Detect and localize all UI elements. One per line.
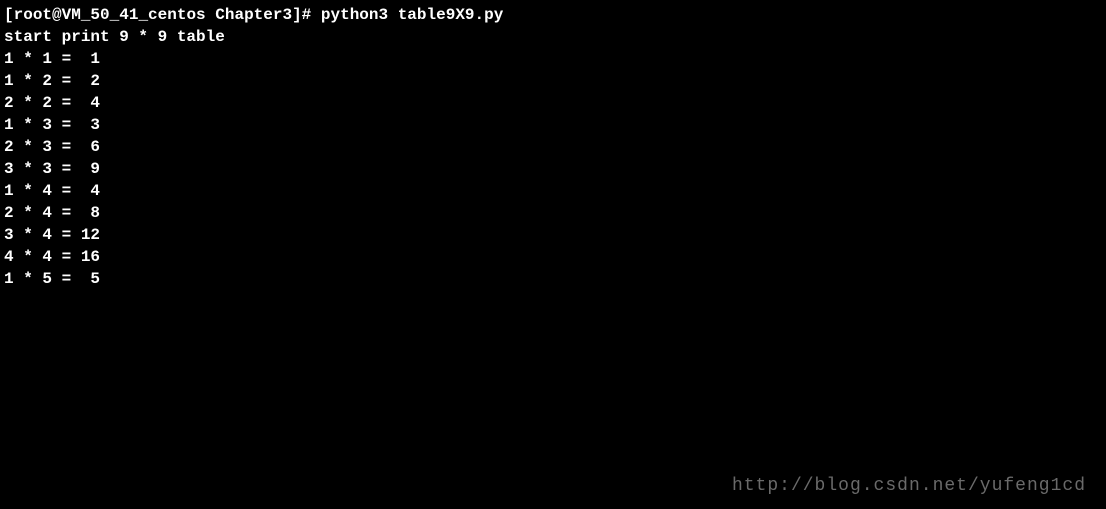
prompt-host: VM_50_41_centos: [62, 6, 206, 24]
prompt-at: @: [52, 6, 62, 24]
output-line: 1 * 2 = 2: [4, 70, 1102, 92]
output-line: 1 * 4 = 4: [4, 180, 1102, 202]
output-line: 2 * 2 = 4: [4, 92, 1102, 114]
output-line: 3 * 4 = 12: [4, 224, 1102, 246]
output-line: 1 * 1 = 1: [4, 48, 1102, 70]
prompt-open-bracket: [: [4, 6, 14, 24]
output-line: 3 * 3 = 9: [4, 158, 1102, 180]
program-header: start print 9 * 9 table: [4, 26, 1102, 48]
command-text: python3 table9X9.py: [321, 6, 503, 24]
output-line: 1 * 5 = 5: [4, 268, 1102, 290]
output-line: 1 * 3 = 3: [4, 114, 1102, 136]
output-line: 4 * 4 = 16: [4, 246, 1102, 268]
prompt-close-bracket: ]#: [292, 6, 321, 24]
prompt-space: [206, 6, 216, 24]
command-prompt-line[interactable]: [root@VM_50_41_centos Chapter3]# python3…: [4, 4, 1102, 26]
prompt-user: root: [14, 6, 52, 24]
prompt-dir: Chapter3: [215, 6, 292, 24]
output-line: 2 * 4 = 8: [4, 202, 1102, 224]
output-line: 2 * 3 = 6: [4, 136, 1102, 158]
watermark-text: http://blog.csdn.net/yufeng1cd: [732, 475, 1086, 497]
